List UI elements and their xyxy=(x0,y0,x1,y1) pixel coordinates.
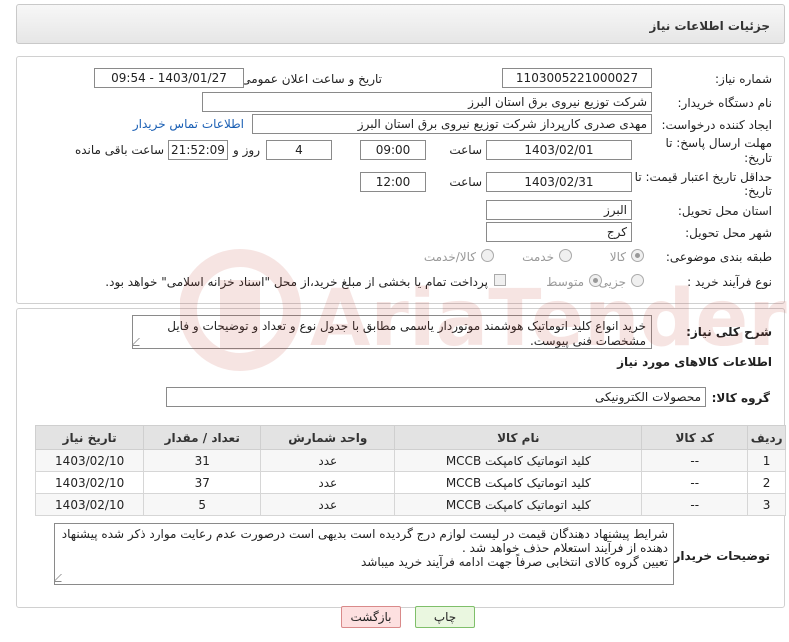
category-option-goods-service: کالا/خدمت xyxy=(423,250,476,264)
creator-field: مهدی صدری کارپرداز شرکت توزیع نیروی برق … xyxy=(252,114,652,134)
buyer-notes-textarea[interactable]: شرایط پیشنهاد دهندگان قیمت در لیست لوازم… xyxy=(54,523,674,585)
treasury-payment-checkbox[interactable] xyxy=(494,274,506,286)
deadline-label-2: تاریخ: xyxy=(744,151,772,165)
remaining-time-field: 21:52:09 xyxy=(168,140,228,160)
row-date: 1403/02/10 xyxy=(34,449,145,472)
days-field: 4 xyxy=(266,140,332,160)
goods-panel: شرح کلی نیاز: خرید انواع کلید اتوماتیک ه… xyxy=(16,308,786,608)
row-code: -- xyxy=(641,493,749,516)
row-date: 1403/02/10 xyxy=(34,471,145,494)
goods-section-title: اطلاعات کالاهای مورد نیاز xyxy=(617,355,772,369)
category-option-service: خدمت xyxy=(522,250,554,264)
row-name: کلید اتوماتیک کامپکت MCCB xyxy=(394,449,643,472)
buyer-notes-line-3: تعیین گروه کالای انتخابی صرفاً جهت ادامه… xyxy=(360,555,668,569)
deadline-label-1: مهلت ارسال پاسخ: تا xyxy=(665,136,772,150)
col-row: ردیف xyxy=(747,425,786,450)
province-label: استان محل تحویل: xyxy=(677,204,772,218)
creator-label: ایجاد کننده درخواست: xyxy=(661,118,772,132)
process-radio-medium[interactable] xyxy=(589,274,602,287)
buyer-contact-link[interactable]: اطلاعات تماس خریدار xyxy=(133,117,244,131)
process-label: نوع فرآیند خرید : xyxy=(687,275,772,289)
validity-time-field: 12:00 xyxy=(360,172,426,192)
deadline-time-field: 09:00 xyxy=(360,140,426,160)
table-row: 2 -- کلید اتوماتیک کامپکت MCCB عدد 37 14… xyxy=(34,471,786,494)
deadline-date-field: 1403/02/01 xyxy=(486,140,632,160)
goods-group-label: گروه کالا: xyxy=(711,391,770,405)
deadline-time-label: ساعت xyxy=(449,143,482,157)
resize-handle-icon[interactable] xyxy=(55,574,69,582)
description-textarea[interactable]: خرید انواع کلید اتوماتیک هوشمند موتوردار… xyxy=(132,315,652,349)
row-unit: عدد xyxy=(260,449,396,472)
category-option-goods: کالا xyxy=(609,250,626,264)
days-label: روز و xyxy=(233,143,260,157)
category-label: طبقه بندی موضوعی: xyxy=(665,250,772,264)
validity-time-label: ساعت xyxy=(449,175,482,189)
col-qty: تعداد / مقدار xyxy=(143,425,262,450)
print-button[interactable]: چاپ xyxy=(415,606,475,628)
row-number: 3 xyxy=(747,493,786,516)
buyer-notes-line-1: شرایط پیشنهاد دهندگان قیمت در لیست لوازم… xyxy=(61,527,668,541)
buyer-notes-line-2: دهنده از فرآیند استعلام حذف خواهد شد . xyxy=(462,541,668,555)
validity-label-2: تاریخ: xyxy=(744,184,772,198)
buyer-org-field: شرکت توزیع نیروی برق استان البرز xyxy=(202,92,652,112)
city-field: کرج xyxy=(486,222,632,242)
row-date: 1403/02/10 xyxy=(34,493,145,516)
need-number-label: شماره نیاز: xyxy=(715,72,772,86)
goods-table-header: ردیف کد کالا نام کالا واحد شمارش تعداد /… xyxy=(34,425,786,450)
row-number: 1 xyxy=(747,449,786,472)
process-radio-minor[interactable] xyxy=(631,274,644,287)
back-button[interactable]: بازگشت xyxy=(341,606,401,628)
col-code: کد کالا xyxy=(641,425,749,450)
category-radio-service[interactable] xyxy=(559,249,572,262)
announce-field: 1403/01/27 - 09:54 xyxy=(94,68,244,88)
table-row: 1 -- کلید اتوماتیک کامپکت MCCB عدد 31 14… xyxy=(34,449,786,472)
row-qty: 5 xyxy=(143,493,262,516)
announce-label: تاریخ و ساعت اعلان عمومی: xyxy=(237,72,382,86)
need-number-field: 1103005221000027 xyxy=(502,68,652,88)
row-name: کلید اتوماتیک کامپکت MCCB xyxy=(394,493,643,516)
treasury-payment-note: پرداخت تمام یا بخشی از مبلغ خرید،از محل … xyxy=(105,275,488,289)
process-option-medium: متوسط xyxy=(546,275,584,289)
table-row: 3 -- کلید اتوماتیک کامپکت MCCB عدد 5 140… xyxy=(34,493,786,516)
row-qty: 31 xyxy=(143,449,262,472)
row-qty: 37 xyxy=(143,471,262,494)
category-radio-goods[interactable] xyxy=(631,249,644,262)
row-name: کلید اتوماتیک کامپکت MCCB xyxy=(394,471,643,494)
category-radio-goods-service[interactable] xyxy=(481,249,494,262)
city-label: شهر محل تحویل: xyxy=(685,226,772,240)
page-title: جزئیات اطلاعات نیاز xyxy=(649,19,770,33)
buyer-org-label: نام دستگاه خریدار: xyxy=(677,96,773,110)
page-root: جزئیات اطلاعات نیاز شماره نیاز: 11030052… xyxy=(0,0,789,642)
row-code: -- xyxy=(641,449,749,472)
province-field: البرز xyxy=(486,200,632,220)
col-unit: واحد شمارش xyxy=(260,425,396,450)
need-details-panel: شماره نیاز: 1103005221000027 تاریخ و ساع… xyxy=(16,56,785,304)
goods-table: ردیف کد کالا نام کالا واحد شمارش تعداد /… xyxy=(34,425,786,516)
description-text: خرید انواع کلید اتوماتیک هوشمند موتوردار… xyxy=(167,319,646,348)
page-header: جزئیات اطلاعات نیاز xyxy=(16,4,785,44)
row-code: -- xyxy=(641,471,749,494)
row-unit: عدد xyxy=(260,471,396,494)
validity-date-field: 1403/02/31 xyxy=(486,172,632,192)
process-option-minor: جزیی xyxy=(598,275,626,289)
row-unit: عدد xyxy=(260,493,396,516)
resize-handle-icon[interactable] xyxy=(133,338,147,346)
row-number: 2 xyxy=(747,471,786,494)
col-date: تاریخ نیاز xyxy=(34,425,145,450)
buyer-notes-label: توضیحات خریدار: xyxy=(668,549,770,563)
validity-label-1: حداقل تاریخ اعتبار قیمت: تا xyxy=(634,170,772,184)
description-label: شرح کلی نیاز: xyxy=(686,325,772,339)
remaining-label: ساعت باقی مانده xyxy=(74,143,164,157)
col-name: نام کالا xyxy=(394,425,643,450)
goods-group-field: محصولات الکترونیکی xyxy=(166,387,706,407)
